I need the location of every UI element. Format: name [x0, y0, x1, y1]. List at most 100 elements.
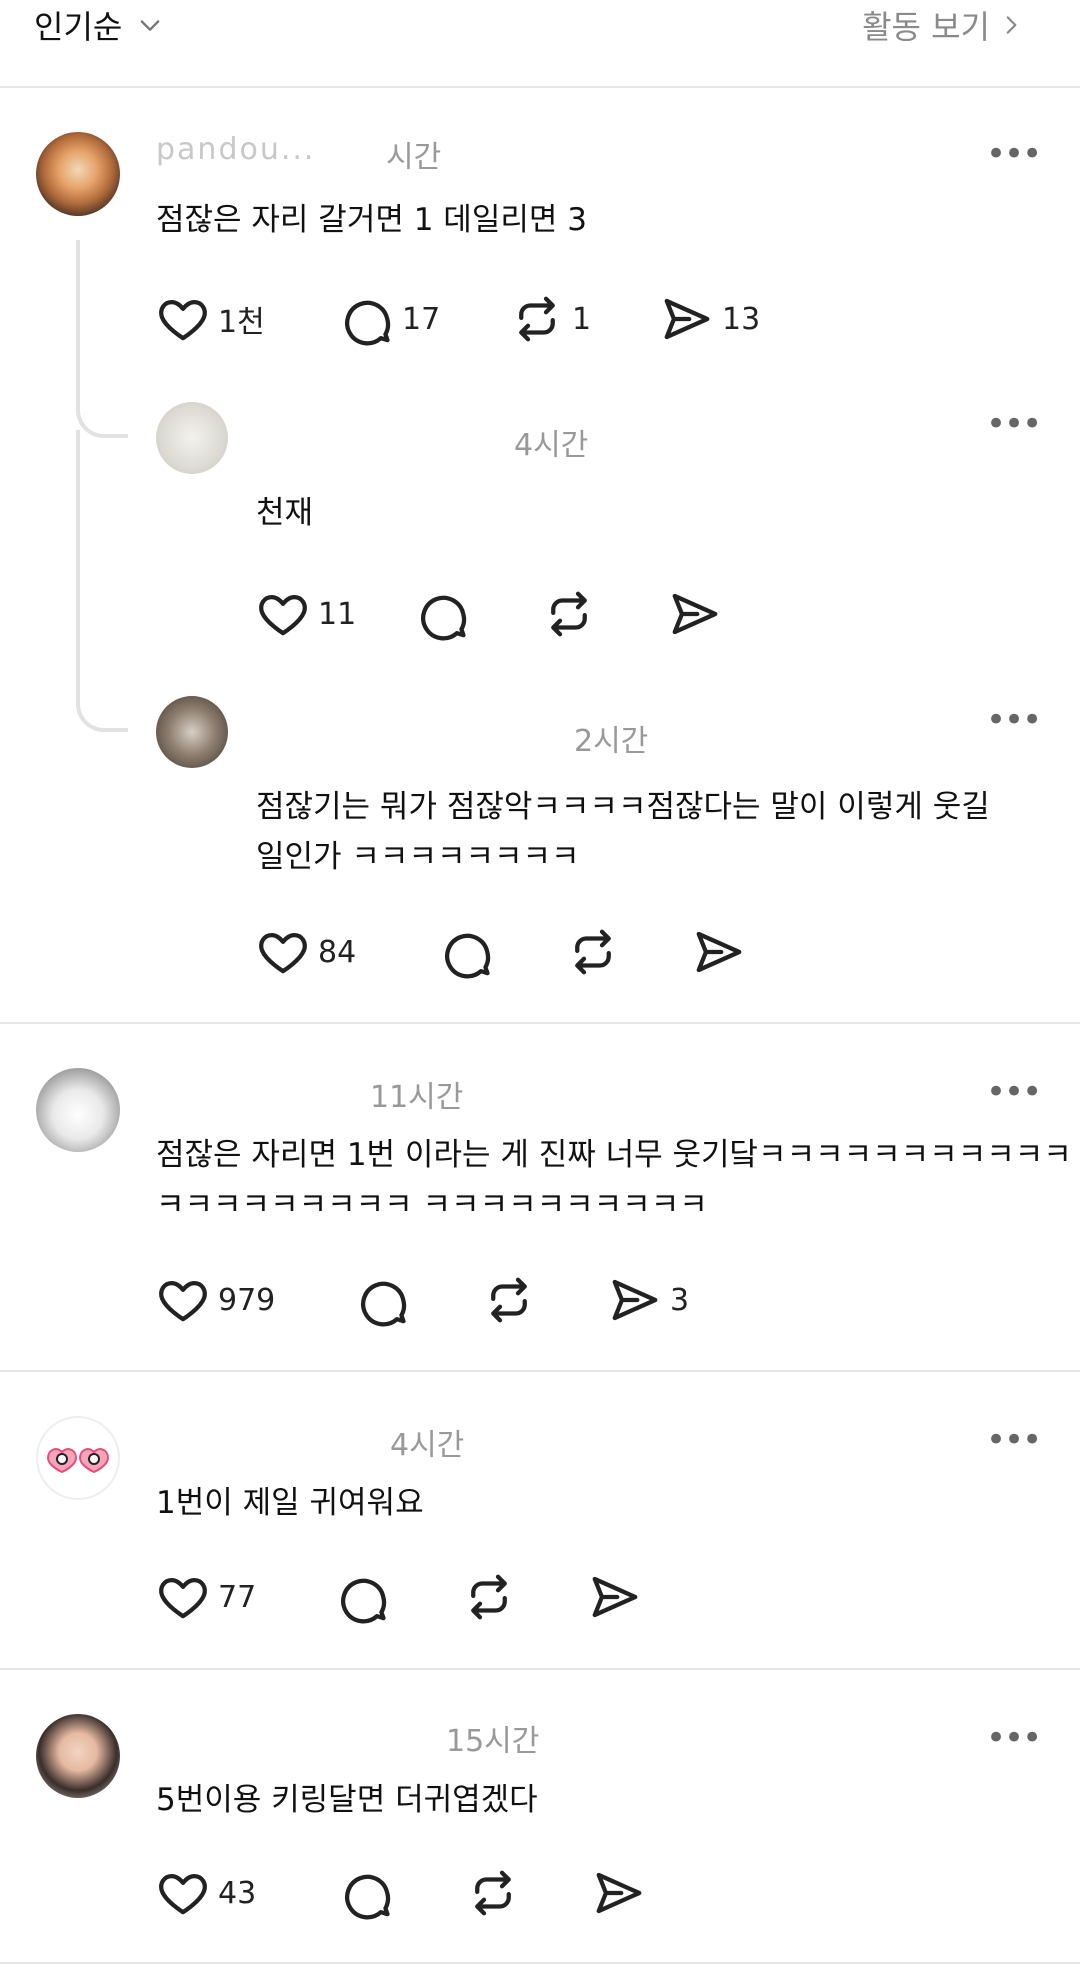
timestamp: 15시간: [446, 1724, 540, 1759]
avatar[interactable]: [156, 696, 228, 768]
action-bar: 43: [156, 1866, 646, 1920]
share-button[interactable]: 3: [608, 1273, 689, 1327]
repost-button[interactable]: [466, 1866, 592, 1920]
like-count: 84: [318, 934, 357, 970]
heart-glasses-icon: [46, 1448, 110, 1474]
send-icon: [692, 925, 746, 979]
like-count: 77: [218, 1579, 257, 1615]
more-options-icon[interactable]: •••: [986, 1721, 1042, 1755]
timestamp: 4시간: [514, 428, 589, 463]
comment-icon: [356, 1273, 410, 1327]
comment-text: 천재: [256, 495, 314, 531]
send-icon: [608, 1273, 662, 1327]
activity-label: 활동 보기: [862, 8, 990, 46]
timestamp: 4시간: [390, 1428, 465, 1463]
share-button[interactable]: 13: [660, 292, 760, 346]
send-icon: [588, 1570, 642, 1624]
repost-button[interactable]: 1: [510, 292, 660, 346]
comment-text: 1번이 제일 귀여워요: [156, 1485, 424, 1521]
repost-count: 1: [572, 301, 592, 337]
timestamp: 2시간: [574, 724, 649, 759]
action-bar: 77: [156, 1570, 642, 1624]
heart-icon: [256, 587, 310, 641]
like-button[interactable]: 979: [156, 1273, 356, 1327]
action-bar: 1천 17 1 13: [156, 292, 760, 346]
like-button[interactable]: 11: [256, 587, 416, 641]
send-icon: [592, 1866, 646, 1920]
like-count: 11: [318, 596, 357, 632]
reply-button[interactable]: [356, 1273, 482, 1327]
sort-label: 인기순: [34, 8, 123, 46]
avatar[interactable]: [36, 1714, 120, 1798]
more-options-icon[interactable]: •••: [986, 137, 1042, 171]
like-button[interactable]: 43: [156, 1866, 340, 1920]
more-options-icon[interactable]: •••: [986, 1423, 1042, 1457]
repost-icon: [482, 1273, 536, 1327]
comment-icon: [336, 1570, 390, 1624]
reply-count: 17: [402, 301, 441, 337]
share-button[interactable]: [592, 1866, 646, 1920]
view-activity-link[interactable]: 활동 보기: [862, 2, 1024, 48]
sort-dropdown[interactable]: 인기순: [34, 2, 164, 48]
like-count: 43: [218, 1875, 257, 1911]
like-count: 1천: [218, 305, 265, 340]
chevron-down-icon: [140, 20, 160, 31]
comment-icon: [340, 1866, 394, 1920]
repost-button[interactable]: [482, 1273, 608, 1327]
action-bar: 11: [256, 587, 722, 641]
chevron-right-icon: [1006, 16, 1017, 34]
reply-button[interactable]: [340, 1866, 466, 1920]
share-count: 13: [722, 301, 761, 337]
reply-button[interactable]: 17: [340, 292, 510, 346]
more-options-icon[interactable]: •••: [986, 407, 1042, 441]
comment-text: 5번이용 키링달면 더귀엽겠다: [156, 1782, 538, 1818]
divider: [0, 1668, 1080, 1670]
comments-header: 인기순 활동 보기: [0, 0, 1080, 86]
repost-button[interactable]: [462, 1570, 588, 1624]
send-icon: [668, 587, 722, 641]
avatar[interactable]: [36, 132, 120, 216]
comment-text-line: 점잖기는 뭐가 점잖악ㅋㅋㅋㅋ점잖다는 말이 이렇게 웃길: [256, 789, 990, 825]
avatar[interactable]: [36, 1068, 120, 1152]
action-bar: 84: [256, 925, 746, 979]
share-button[interactable]: [588, 1570, 642, 1624]
like-button[interactable]: 1천: [156, 292, 340, 346]
divider: [0, 1370, 1080, 1372]
divider: [0, 1962, 1080, 1964]
divider: [0, 86, 1080, 88]
comment-icon: [416, 587, 470, 641]
reply-button[interactable]: [416, 587, 542, 641]
avatar[interactable]: [156, 402, 228, 474]
send-icon: [660, 292, 714, 346]
reply-button[interactable]: [440, 925, 566, 979]
like-button[interactable]: 84: [256, 925, 440, 979]
heart-icon: [156, 292, 210, 346]
share-count: 3: [670, 1282, 690, 1318]
like-count: 979: [218, 1282, 276, 1318]
comment-text: 점잖은 자리 갈거면 1 데일리면 3: [156, 202, 587, 238]
repost-icon: [542, 587, 596, 641]
username[interactable]: pandou...: [156, 132, 315, 167]
more-options-icon[interactable]: •••: [986, 703, 1042, 737]
like-button[interactable]: 77: [156, 1570, 336, 1624]
repost-button[interactable]: [542, 587, 668, 641]
repost-icon: [510, 292, 564, 346]
timestamp: 시간: [386, 140, 442, 175]
more-options-icon[interactable]: •••: [986, 1075, 1042, 1109]
thread-connector: [76, 370, 128, 438]
comment-text-line: 일인가 ㅋㅋㅋㅋㅋㅋㅋㅋ: [256, 839, 580, 875]
thread-connector: [76, 664, 128, 732]
avatar[interactable]: [36, 1416, 120, 1500]
action-bar: 979 3: [156, 1273, 689, 1327]
reply-button[interactable]: [336, 1570, 462, 1624]
divider: [0, 1022, 1080, 1024]
heart-icon: [156, 1866, 210, 1920]
comment-icon: [440, 925, 494, 979]
share-button[interactable]: [668, 587, 722, 641]
repost-icon: [466, 1866, 520, 1920]
thread-line: [76, 430, 80, 680]
repost-button[interactable]: [566, 925, 692, 979]
share-button[interactable]: [692, 925, 746, 979]
comment-text-line: ㅋㅋㅋㅋㅋㅋㅋㅋㅋ ㅋㅋㅋㅋㅋㅋㅋㅋㅋㅋ: [156, 1187, 708, 1223]
heart-icon: [256, 925, 310, 979]
